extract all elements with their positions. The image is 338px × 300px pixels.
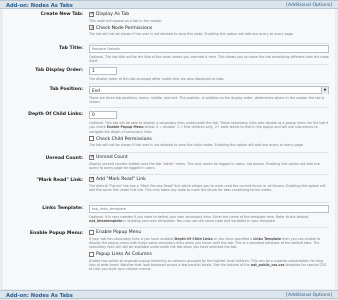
popup-links-as-columns-label: Popup Links As Columns [96, 252, 152, 258]
tab-position-label: Tab Position: [49, 87, 83, 92]
divider [89, 152, 329, 153]
enable-popup-menu-checkbox[interactable] [89, 229, 94, 235]
enable-popup-menu-option-label: Enable Popup Menu [96, 230, 142, 235]
popup-links-as-columns-checkbox[interactable] [89, 251, 94, 257]
display-as-tab-help: This node will appear as a tab in the na… [89, 18, 163, 23]
mark-read-link-help: The default "Forum" tab has a "Mark Foru… [89, 183, 326, 192]
tab-position-value: End [92, 88, 100, 94]
tab-display-order-label: Tab Display Order: [35, 68, 83, 73]
mark-read-link-field: Add "Mark Read" Link The default "Forum"… [89, 176, 329, 192]
display-as-tab-checkbox[interactable] [89, 11, 95, 17]
add-mark-read-link-label: Add "Mark Read" Link [96, 177, 146, 182]
divider [89, 202, 329, 203]
tab-position-select[interactable]: End ▼ [89, 86, 329, 94]
depth-of-child-links-label: Depth Of Child Links: [28, 112, 83, 117]
section-title: Add-on: Nodes As Tabs [6, 2, 73, 9]
settings-panel: Create New Tab: Display As Tab This node… [3, 9, 335, 289]
check-child-permissions-help: The tab will not be shown if the user is… [89, 143, 304, 148]
tab-position-field: End ▼ There are three tab positions: hom… [89, 86, 329, 105]
create-new-tab-label: Create New Tab: [40, 12, 83, 17]
unread-count-option-label: Unread Count [96, 155, 128, 160]
create-new-tab-field: Display As Tab This node will appear as … [89, 11, 329, 37]
mark-read-link-label: "Mark Read" Link: [36, 178, 83, 183]
links-template-field: Optional. It is very needed if you need … [89, 205, 329, 224]
links-template-help: Optional. It is very needed if you need … [89, 215, 309, 224]
tab-title-field: Optional. The tab title will be the titl… [89, 45, 329, 64]
unread-count-label: Unread Count: [45, 156, 83, 161]
additional-options-link[interactable]: [Additional Options] [286, 293, 332, 298]
tab-display-order-help: The display order of this tab amongst ot… [89, 77, 225, 81]
tab-position-help: There are three tab positions: home, mid… [89, 96, 325, 105]
divider [89, 83, 329, 84]
links-template-label: Links Template: [42, 206, 83, 211]
divider [89, 107, 329, 108]
check-node-permissions-label: Check Node Permissions [96, 25, 153, 31]
links-template-input[interactable] [89, 205, 329, 213]
divider [89, 174, 329, 175]
tab-display-order-field: 1 The display order of this tab amongst … [89, 67, 329, 81]
check-child-permissions-label: Check Child Permissions [96, 136, 152, 142]
unread-count-help: Display unread counter bubble next the t… [89, 161, 320, 170]
section-header: Add-on: Nodes As Tabs [Additional Option… [0, 0, 338, 9]
check-node-permissions-checkbox[interactable] [89, 25, 95, 31]
check-node-permissions-help: The tab will not be shown if the user is… [89, 32, 294, 37]
depth-of-child-links-input[interactable]: 0 [89, 111, 117, 119]
divider [89, 43, 329, 44]
enable-popup-menu-label: Enable Popup Menu: [29, 231, 83, 236]
unread-count-checkbox[interactable] [89, 154, 95, 160]
section-footer: Add-on: Nodes As Tabs [Additional Option… [0, 290, 338, 299]
tab-title-help: Optional. The tab title will be the titl… [89, 55, 329, 64]
tab-title-label: Tab Title: [59, 46, 83, 51]
divider [89, 227, 329, 228]
section-footer-title: Add-on: Nodes As Tabs [6, 292, 73, 299]
divider [89, 64, 329, 65]
add-mark-read-link-checkbox[interactable] [89, 176, 95, 182]
depth-of-child-links-field: 0 Optional. This tab will be able to dis… [89, 111, 329, 148]
enable-popup-menu-field: Enable Popup Menu If your tab has second… [89, 229, 329, 272]
enable-popup-menu-help: If your tab has secondary links it you h… [89, 236, 321, 250]
tab-display-order-input[interactable]: 1 [89, 67, 117, 75]
check-child-permissions-checkbox[interactable] [89, 136, 94, 142]
depth-of-child-links-help: Optional. This tab will be able to displ… [89, 121, 329, 134]
popup-links-as-columns-help: Enable this option to organize popup hie… [89, 258, 327, 272]
additional-options-link[interactable]: [Additional Options] [286, 3, 332, 8]
chevron-down-icon[interactable]: ▼ [321, 87, 328, 94]
display-as-tab-label: Display As Tab [96, 12, 130, 17]
unread-count-field: Unread Count Display unread counter bubb… [89, 154, 329, 170]
tab-title-input[interactable] [89, 45, 329, 53]
